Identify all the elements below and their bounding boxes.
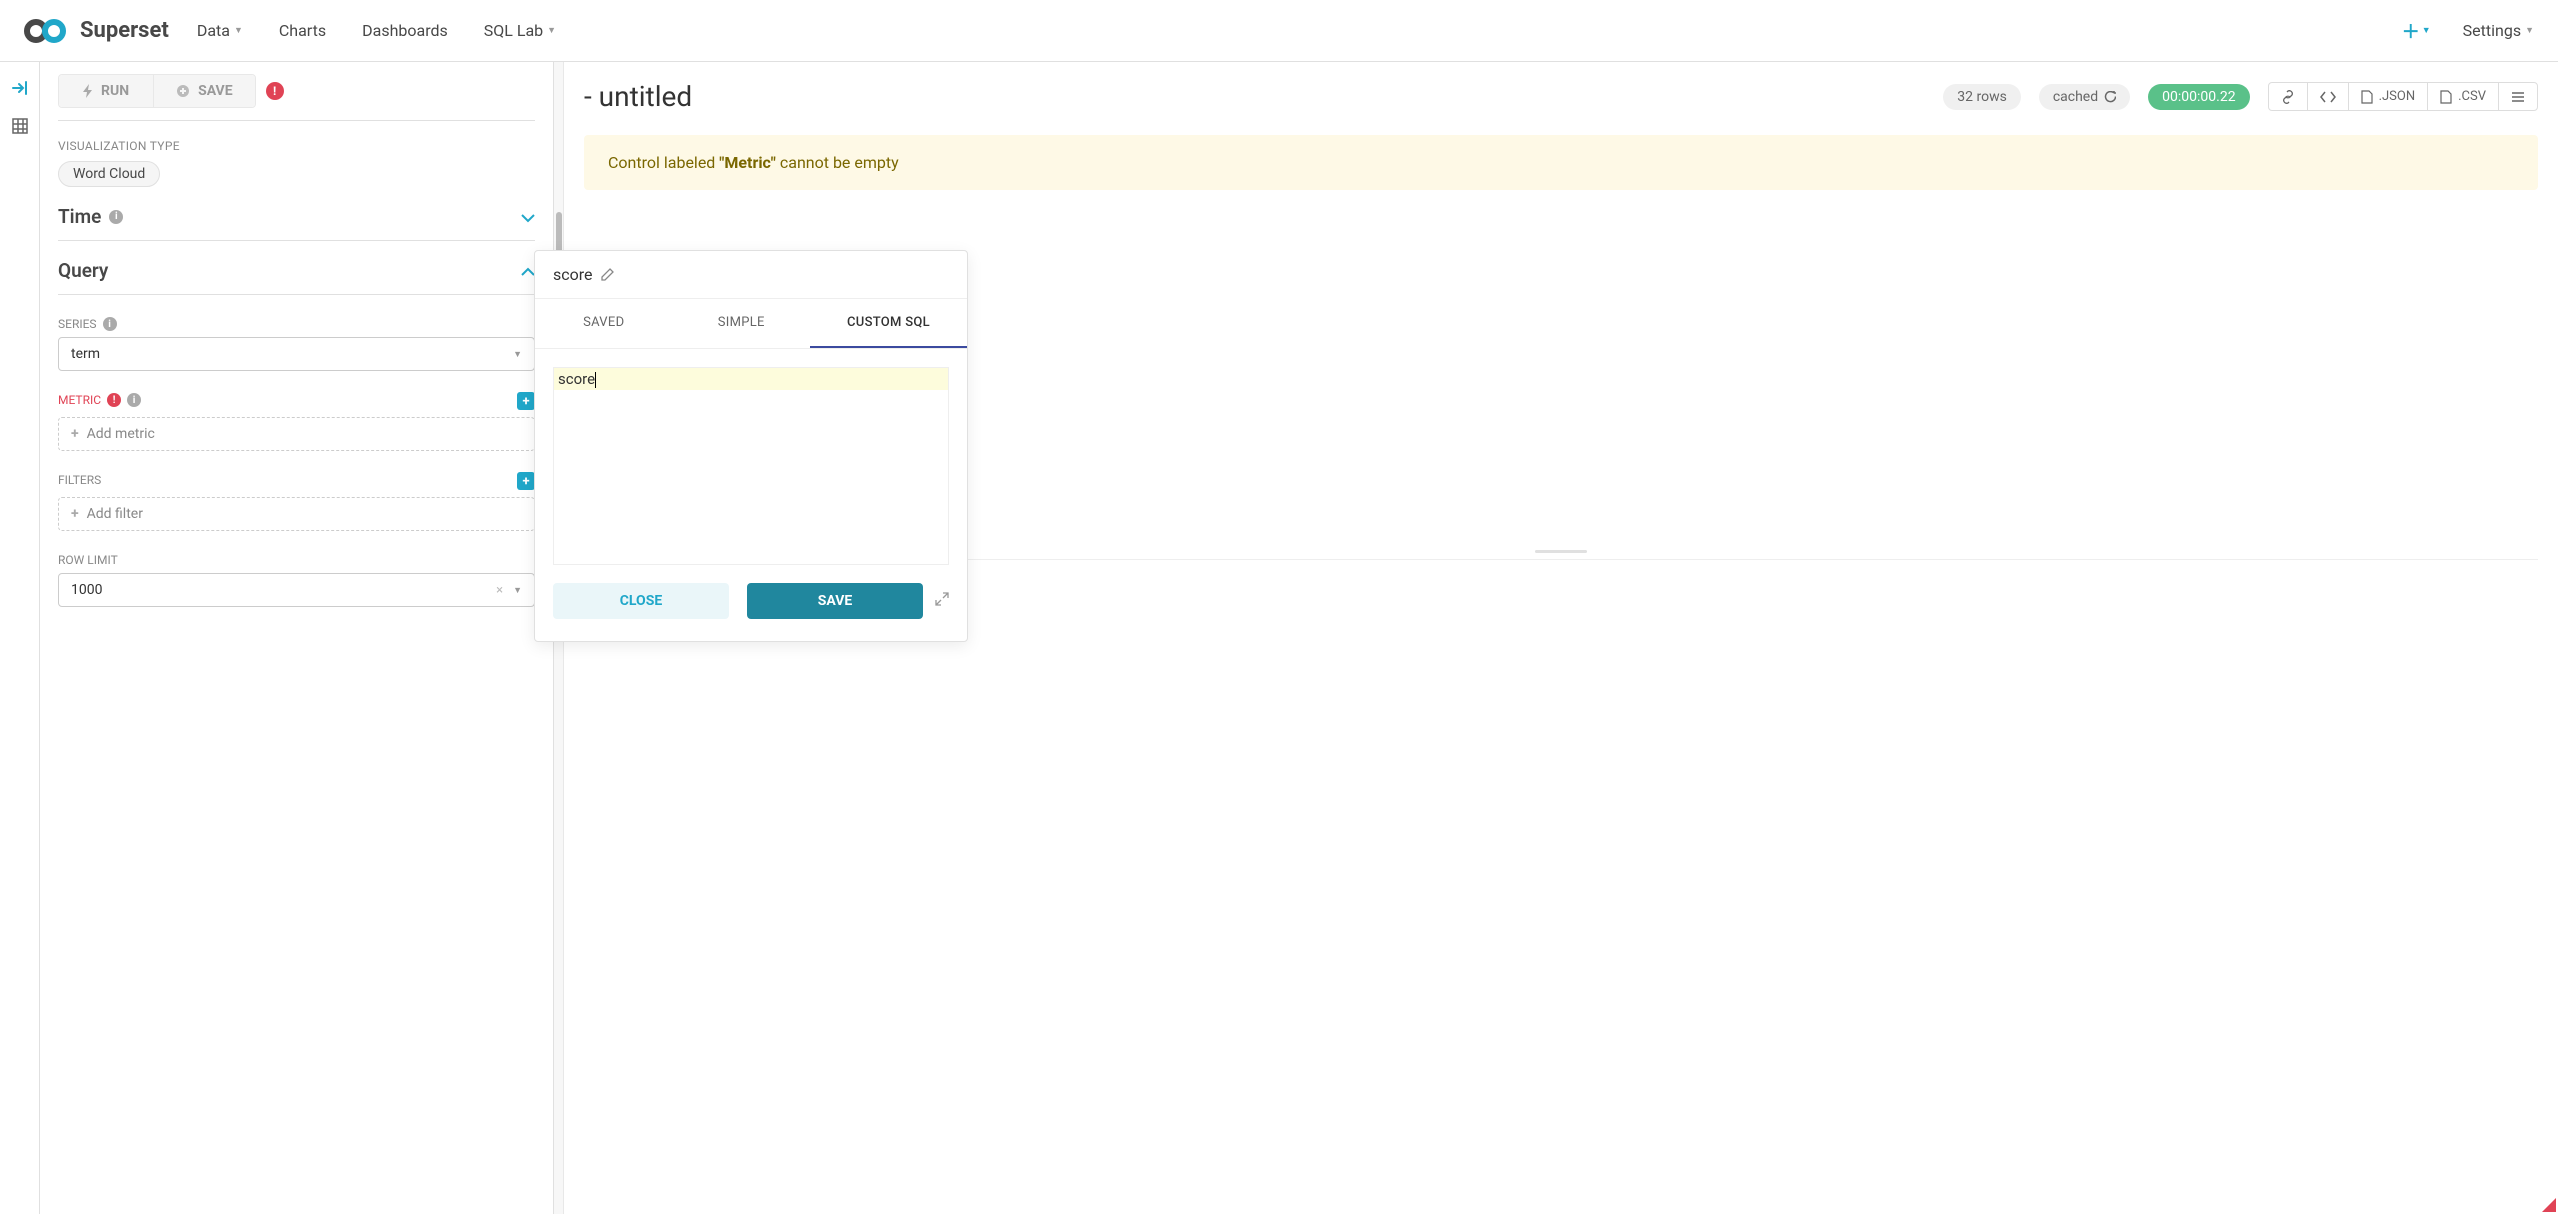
tab-saved[interactable]: SAVED	[535, 299, 673, 348]
topbar: Superset Data▼ Charts Dashboards SQL Lab…	[0, 0, 2558, 62]
refresh-icon	[2104, 91, 2116, 103]
info-icon: i	[103, 317, 117, 331]
caret-down-icon: ▼	[547, 25, 556, 36]
caret-down-icon: ▼	[513, 349, 522, 360]
action-buttons: RUN SAVE	[58, 74, 256, 108]
add-metric-placeholder[interactable]: + Add metric	[58, 417, 535, 451]
page-body: RUN SAVE ! VISUALIZATION TYPE Word Cloud…	[0, 62, 2558, 1214]
tab-simple[interactable]: SIMPLE	[673, 299, 811, 348]
dataset-icon[interactable]	[12, 118, 28, 138]
edit-icon[interactable]	[601, 268, 614, 281]
hamburger-icon	[2511, 91, 2525, 103]
row-limit-label: ROW LIMIT	[58, 553, 535, 567]
link-icon	[2281, 90, 2295, 104]
popover-tabs: SAVED SIMPLE CUSTOM SQL	[535, 299, 967, 349]
chart-toolbar: .JSON .CSV	[2268, 82, 2538, 111]
timer-chip: 00:00:00.22	[2148, 84, 2249, 110]
file-icon	[2440, 90, 2452, 104]
chevron-down-icon	[521, 205, 535, 228]
add-filter-placeholder[interactable]: + Add filter	[58, 497, 535, 531]
series-select[interactable]: term ▼	[58, 337, 535, 371]
chevron-up-icon	[521, 259, 535, 282]
run-button[interactable]: RUN	[59, 75, 154, 107]
warning-icon: !	[107, 393, 121, 407]
link-button[interactable]	[2269, 83, 2308, 110]
clear-icon[interactable]: ×	[496, 583, 503, 598]
corner-indicator	[2542, 1198, 2556, 1212]
json-button[interactable]: .JSON	[2349, 83, 2429, 110]
plus-icon: +	[71, 426, 79, 442]
csv-button[interactable]: .CSV	[2428, 83, 2499, 110]
info-icon: i	[127, 393, 141, 407]
metric-popover: score SAVED SIMPLE CUSTOM SQL score CLOS…	[534, 250, 968, 642]
save-button[interactable]: SAVE	[154, 75, 255, 107]
caret-down-icon: ▼	[2422, 25, 2431, 36]
expand-icon[interactable]	[935, 592, 949, 610]
validation-warning: Control labeled "Metric" cannot be empty	[584, 135, 2538, 190]
caret-down-icon: ▼	[234, 25, 243, 36]
filters-label: FILTERS	[58, 473, 101, 487]
brand-logo[interactable]: Superset	[24, 17, 169, 45]
bolt-icon	[83, 84, 93, 98]
popover-save-button[interactable]: SAVE	[747, 583, 923, 619]
brand-name: Superset	[80, 18, 169, 43]
metric-label: METRIC!i	[58, 393, 141, 407]
drag-handle[interactable]	[1535, 550, 1587, 553]
row-limit-select[interactable]: 1000 ×▼	[58, 573, 535, 607]
main-nav: Data▼ Charts Dashboards SQL Lab▼	[197, 21, 556, 40]
chart-title[interactable]: - untitled	[584, 80, 692, 113]
row-count-chip: 32 rows	[1943, 84, 2021, 110]
add-metric-button[interactable]: +	[517, 392, 535, 410]
new-button[interactable]: ＋▼	[2402, 18, 2431, 44]
more-button[interactable]	[2499, 83, 2537, 110]
error-badge[interactable]: !	[266, 82, 284, 100]
code-icon	[2320, 91, 2336, 103]
nav-sqllab[interactable]: SQL Lab▼	[484, 21, 556, 40]
popover-title[interactable]: score	[535, 251, 967, 299]
viz-type-selector[interactable]: Word Cloud	[58, 161, 160, 187]
embed-button[interactable]	[2308, 83, 2349, 110]
nav-data[interactable]: Data▼	[197, 21, 243, 40]
plus-icon: +	[71, 506, 79, 522]
popover-close-button[interactable]: CLOSE	[553, 583, 729, 619]
tab-custom-sql[interactable]: CUSTOM SQL	[810, 299, 967, 348]
left-rail	[0, 62, 40, 1214]
time-section[interactable]: Timei	[58, 187, 535, 241]
file-icon	[2361, 90, 2373, 104]
viz-type-label: VISUALIZATION TYPE	[58, 139, 535, 153]
caret-down-icon: ▼	[513, 585, 522, 596]
sql-editor[interactable]: score	[553, 367, 949, 565]
series-label: SERIESi	[58, 317, 535, 331]
add-filter-button[interactable]: +	[517, 472, 535, 490]
query-section[interactable]: Query	[58, 241, 535, 295]
cached-chip[interactable]: cached	[2039, 84, 2130, 110]
controls-panel: RUN SAVE ! VISUALIZATION TYPE Word Cloud…	[40, 62, 554, 1214]
info-icon: i	[109, 210, 123, 224]
plus-circle-icon	[176, 84, 190, 98]
nav-charts[interactable]: Charts	[279, 21, 326, 40]
collapse-icon[interactable]	[12, 80, 28, 100]
caret-down-icon: ▼	[2525, 25, 2534, 36]
nav-dashboards[interactable]: Dashboards	[362, 21, 448, 40]
nav-settings[interactable]: Settings▼	[2463, 21, 2534, 40]
